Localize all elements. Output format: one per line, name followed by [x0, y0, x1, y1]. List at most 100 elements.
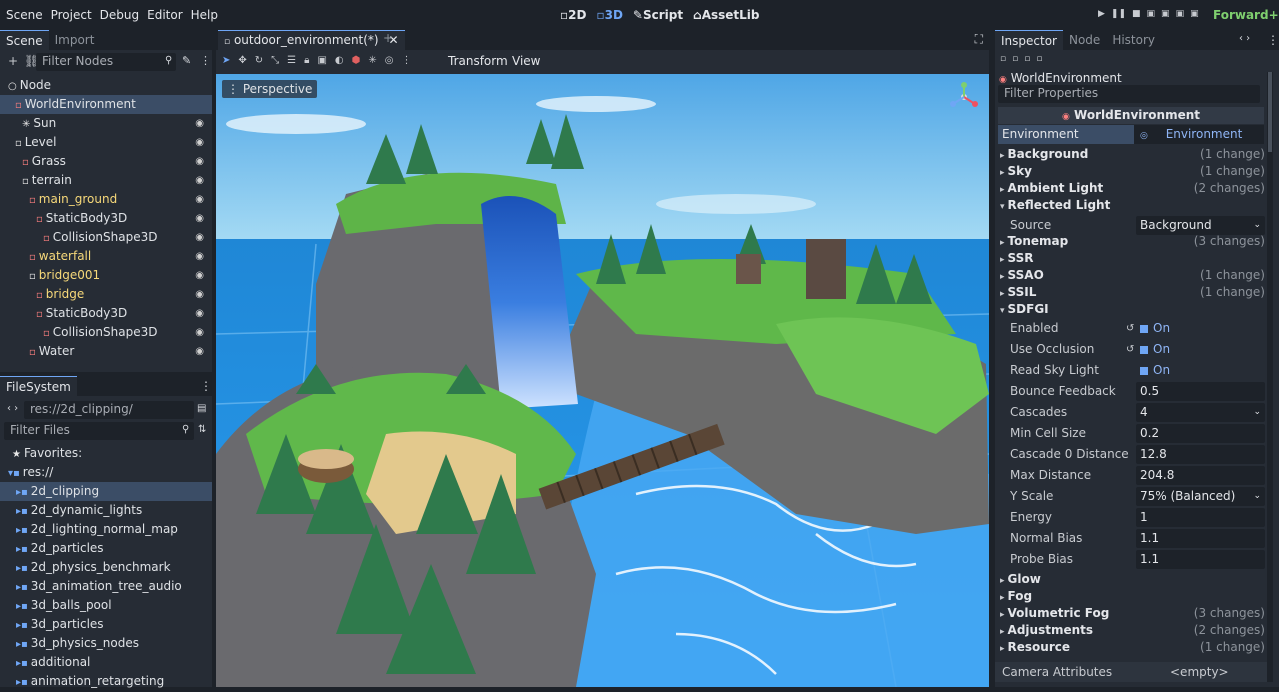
save-resource-icon[interactable]: ▫ [1024, 54, 1030, 64]
folder-item[interactable]: ▸▪ 3d_particles [0, 615, 212, 634]
scene-tree-item[interactable]: ▫ terrain ◉ [0, 171, 212, 190]
inspector-scrollbar[interactable] [1267, 72, 1273, 682]
scale-tool-icon[interactable]: ⤡ [271, 55, 279, 66]
scene-tree-item[interactable]: ▫ Water ◉ [0, 342, 212, 361]
menu-debug[interactable]: Debug [100, 8, 139, 22]
folder-item[interactable]: ▸▪ 3d_balls_pool [0, 596, 212, 615]
menu-scene[interactable]: Scene [6, 8, 43, 22]
script-attach-icon[interactable]: ✎ [182, 54, 191, 67]
remote-debug-icon[interactable]: ▣ [1147, 9, 1156, 19]
menu-editor[interactable]: Editor [147, 8, 183, 22]
folder-item[interactable]: ▸▪ 2d_dynamic_lights [0, 501, 212, 520]
kebab-menu-icon[interactable]: ⋮ [200, 54, 211, 67]
scene-tree-item[interactable]: ▫ main_ground ◉ [0, 190, 212, 209]
sort-icon[interactable]: ⇅ [198, 424, 206, 435]
scene-tree-item[interactable]: ▫ bridge001 ◉ [0, 266, 212, 285]
visibility-icon[interactable]: ◉ [195, 323, 204, 342]
inspector-section-background[interactable]: ▸ Background (1 change) [1000, 146, 1265, 163]
workspace-assetlib-button[interactable]: ⌂AssetLib [693, 8, 759, 22]
folder-item[interactable]: ▸▪ 2d_particles [0, 539, 212, 558]
visibility-icon[interactable]: ◉ [195, 190, 204, 209]
folder-item[interactable]: ▸▪ 3d_physics_nodes [0, 634, 212, 653]
revert-icon[interactable]: ↺ [1126, 318, 1134, 339]
scene-tree-item[interactable]: ▫ CollisionShape3D ◉ [0, 228, 212, 247]
property-value-field[interactable]: 4 ⌄ [1136, 403, 1265, 422]
inspector-section-sdfgi[interactable]: ▾ SDFGI [1000, 301, 1265, 318]
camera-attributes-picker[interactable]: <empty> [1170, 665, 1229, 679]
select-tool-icon[interactable]: ➤ [222, 55, 230, 66]
visibility-icon[interactable]: ◉ [195, 228, 204, 247]
visibility-icon[interactable]: ◉ [195, 171, 204, 190]
inspector-section-adjustments[interactable]: ▸ Adjustments (2 changes) [1000, 622, 1265, 639]
property-value-field[interactable]: On [1136, 340, 1265, 359]
object-selector[interactable]: ◉ WorldEnvironment [999, 71, 1261, 85]
inspector-section-ambient-light[interactable]: ▸ Ambient Light (2 changes) [1000, 180, 1265, 197]
property-value-field[interactable]: On [1136, 361, 1265, 380]
tab-node[interactable]: Node [1063, 30, 1106, 50]
inspector-section-ssr[interactable]: ▸ SSR [1000, 250, 1265, 267]
inspector-section-reflected-light[interactable]: ▾ Reflected Light [1000, 197, 1265, 214]
folder-item[interactable]: ▸▪ 2d_physics_benchmark [0, 558, 212, 577]
visibility-icon[interactable]: ◉ [195, 247, 204, 266]
load-resource-icon[interactable]: ▫ [1012, 54, 1018, 64]
list-select-icon[interactable]: ☰ [287, 55, 296, 66]
play-custom-icon[interactable]: ▣ [1176, 9, 1185, 19]
visibility-icon[interactable]: ◉ [195, 209, 204, 228]
kebab-menu-icon[interactable]: ⋮ [1267, 33, 1279, 47]
rotate-tool-icon[interactable]: ↻ [255, 55, 263, 66]
perspective-menu[interactable]: ⋮ Perspective [222, 80, 318, 98]
environment-preview-icon[interactable]: ◎ [385, 55, 394, 66]
lock-icon[interactable]: 🔒︎ [304, 55, 309, 66]
revert-icon[interactable]: ↺ [1126, 339, 1134, 360]
scene-tree-item[interactable]: ○ Node [0, 76, 212, 95]
scene-tree-item[interactable]: ✳ Sun ◉ [0, 114, 212, 133]
extra-options-icon[interactable]: ▫ [1036, 54, 1042, 64]
play-icon[interactable]: ▶ [1098, 9, 1105, 19]
property-value-field[interactable]: 12.8 [1136, 445, 1265, 464]
tab-import[interactable]: Import [49, 30, 101, 50]
snap-icon[interactable]: ⬢ [352, 55, 361, 66]
transform-menu[interactable]: Transform [448, 54, 508, 68]
scene-tree-item[interactable]: ▫ Grass ◉ [0, 152, 212, 171]
res-root-item[interactable]: ▾▪ res:// [0, 463, 212, 482]
fullscreen-icon[interactable]: ⛶ [975, 32, 983, 47]
tab-inspector[interactable]: Inspector [995, 30, 1063, 50]
filter-files-input[interactable]: Filter Files [4, 422, 194, 440]
sun-preview-icon[interactable]: ✳ [368, 55, 376, 66]
path-field[interactable]: res://2d_clipping/ [24, 401, 194, 419]
inspector-section-glow[interactable]: ▸ Glow [1000, 571, 1265, 588]
inspector-section-ssil[interactable]: ▸ SSIL (1 change) [1000, 284, 1265, 301]
3d-viewport[interactable]: ⋮ Perspective [216, 74, 989, 687]
filter-properties-input[interactable]: Filter Properties [998, 85, 1260, 103]
tab-outdoor-environment[interactable]: ▫ outdoor_environment(*) ✕ [218, 30, 405, 50]
view-gizmo-icon[interactable] [949, 82, 979, 112]
filter-nodes-input[interactable]: Filter Nodes [36, 53, 176, 71]
nav-arrows-icon[interactable]: ‹ › [1239, 33, 1250, 44]
back-forward-icon[interactable]: ‹ › [7, 403, 18, 414]
visibility-icon[interactable]: ◉ [195, 342, 204, 361]
split-view-icon[interactable]: ▤ [197, 403, 206, 414]
scene-tree-item[interactable]: ▫ waterfall ◉ [0, 247, 212, 266]
move-tool-icon[interactable]: ✥ [238, 55, 246, 66]
visibility-icon[interactable]: ◉ [195, 304, 204, 323]
scene-tree-item[interactable]: ▫ Level ◉ [0, 133, 212, 152]
property-value-field[interactable]: 1.1 [1136, 529, 1265, 548]
property-value-field[interactable]: 1 [1136, 508, 1265, 527]
visibility-icon[interactable]: ◉ [195, 266, 204, 285]
scene-tree-item[interactable]: ▫ bridge ◉ [0, 285, 212, 304]
kebab-menu-icon[interactable]: ⋮ [200, 379, 212, 393]
inspector-section-sky[interactable]: ▸ Sky (1 change) [1000, 163, 1265, 180]
visibility-icon[interactable]: ◉ [195, 114, 204, 133]
kebab-menu-icon[interactable]: ⋮ [402, 55, 412, 66]
tab-filesystem[interactable]: FileSystem [0, 376, 77, 396]
property-value-field[interactable]: 0.2 [1136, 424, 1265, 443]
pause-icon[interactable]: ❚❚ [1111, 9, 1126, 19]
folder-item[interactable]: ▸▪ additional [0, 653, 212, 672]
folder-item[interactable]: ▸▪ 2d_clipping [0, 482, 212, 501]
view-menu[interactable]: View [512, 54, 540, 68]
scene-tree-item[interactable]: ▫ StaticBody3D ◉ [0, 304, 212, 323]
add-scene-tab-icon[interactable]: + [383, 31, 393, 45]
property-value-field[interactable]: 75% (Balanced) ⌄ [1136, 487, 1265, 506]
renderer-selector[interactable]: Forward+ [1213, 8, 1279, 22]
inspector-section-resource[interactable]: ▸ Resource (1 change) [1000, 639, 1265, 656]
